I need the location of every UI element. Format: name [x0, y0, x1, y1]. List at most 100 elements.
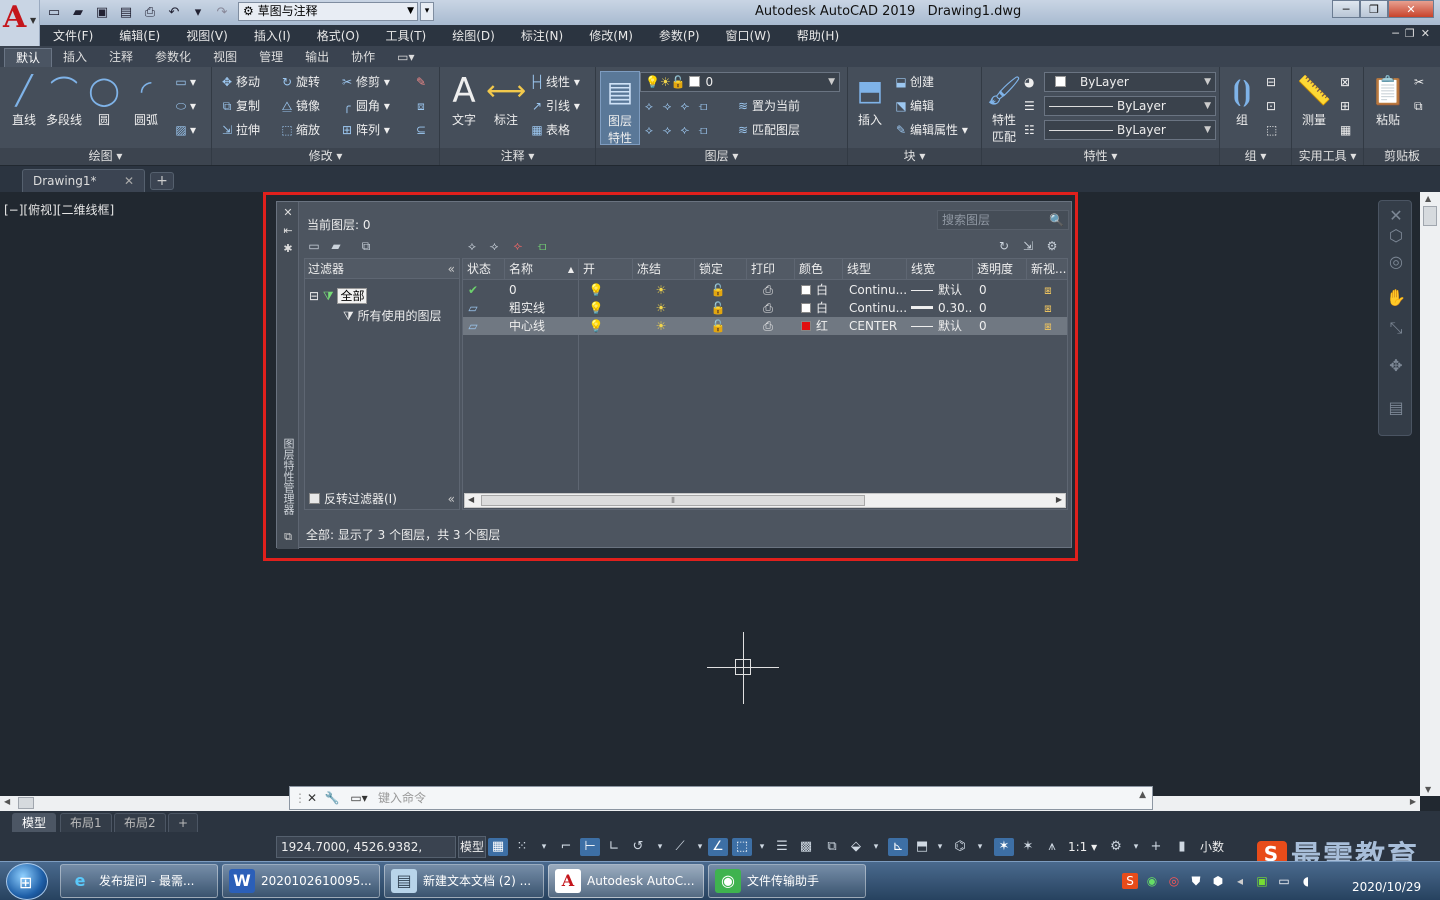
layer-name[interactable]: 粗实线 [505, 299, 579, 317]
paste-button[interactable]: 📋 粘贴 [1368, 71, 1408, 128]
input-method-icon[interactable]: S [1122, 873, 1138, 889]
col-linetype[interactable]: 线型 [843, 259, 907, 280]
menu-help[interactable]: 帮助(H) [784, 27, 852, 44]
scroll-thumb[interactable]: ⦀ [481, 495, 865, 506]
annotation-monitor-icon[interactable]: + [1146, 838, 1166, 856]
menu-view[interactable]: 视图(V) [173, 27, 241, 44]
tab-output[interactable]: 输出 [294, 48, 340, 67]
new-property-filter-icon[interactable]: ▭ [305, 238, 323, 254]
invert-filter-checkbox[interactable]: 反转过滤器(I) « [305, 489, 459, 509]
maximize-button[interactable]: ❐ [1360, 0, 1388, 18]
gpu-icon[interactable]: ▣ [1254, 873, 1270, 889]
object-snap-icon[interactable]: ⬚ [732, 838, 752, 856]
new-file-icon[interactable]: ▭ [44, 3, 64, 21]
new-tab-button[interactable]: + [150, 172, 174, 190]
new-vp-freeze-icon[interactable]: ⧆ [1037, 299, 1059, 317]
menu-file[interactable]: 文件(F) [40, 27, 106, 44]
polyline-button[interactable]: ⌒ 多段线 [44, 71, 84, 128]
polar-icon[interactable]: ↺ [628, 838, 648, 856]
linear-dim-button[interactable]: ├┤ 线性 ▾ [528, 71, 580, 93]
calculator-icon[interactable]: ▦ [1340, 119, 1351, 141]
menu-modify[interactable]: 修改(M) [576, 27, 646, 44]
model-space-button[interactable]: 模型 [458, 836, 486, 858]
customize-wrench-icon[interactable]: 🔧 [324, 790, 340, 806]
new-group-filter-icon[interactable]: ▰ [327, 238, 345, 254]
qat-customize-button[interactable]: ▾ [420, 2, 434, 21]
layer-linetype[interactable]: Continu... [845, 299, 907, 317]
tab-layout1[interactable]: 布局1 [60, 813, 112, 832]
group-edit-icon[interactable]: ⊡ [1266, 95, 1276, 117]
layer-properties-button[interactable]: ▤ 图层 特性 [600, 71, 640, 145]
layer-lineweight[interactable]: 默认 [907, 317, 973, 335]
3d-osnap-icon[interactable]: ⬙ [846, 838, 866, 856]
save-icon[interactable]: ▣ [92, 3, 112, 21]
application-menu-button[interactable]: A ▼ [0, 0, 40, 46]
auto-hide-icon[interactable]: ⇤ [281, 224, 295, 238]
network-drive-icon[interactable]: ⬢ [1210, 873, 1226, 889]
dimension-button[interactable]: ⟷ 标注 [486, 71, 526, 128]
annotation-scale-icon[interactable]: ⩚ [1042, 838, 1062, 856]
delete-layer-icon[interactable]: ⟣ [509, 238, 527, 254]
chevron-down-icon[interactable]: ▾ [1126, 838, 1146, 856]
unlock-icon[interactable]: 🔓 [701, 299, 735, 317]
offset-button[interactable]: ⊆ [412, 119, 430, 141]
tab-manage[interactable]: 管理 [248, 48, 294, 67]
chevron-down-icon[interactable]: ▾ [970, 838, 990, 856]
panel-layers-title[interactable]: 图层 ▾ [596, 148, 847, 165]
viewcube-icon[interactable]: ⬡ [1385, 225, 1407, 247]
chevron-down-icon[interactable]: ▾ [930, 838, 950, 856]
network-icon[interactable]: ▭ [1276, 873, 1292, 889]
pan-hand-icon[interactable]: ✋ [1385, 287, 1407, 309]
refresh-icon[interactable]: ↻ [995, 238, 1013, 254]
col-status[interactable]: 状态 [463, 259, 505, 280]
workspace-select[interactable]: ⚙ 草图与注释 ▼ [238, 2, 418, 21]
taskbar-item-ie[interactable]: e 发布提问 - 最需... [60, 864, 218, 898]
collapse-icon[interactable]: « [448, 259, 455, 279]
dropdown-icon[interactable]: ▾ [188, 3, 208, 21]
stretch-button[interactable]: ⇲ 拉伸 [218, 119, 260, 141]
set-current-button[interactable]: ≋ 置为当前 [734, 95, 800, 117]
line-button[interactable]: ╱ 直线 [4, 71, 44, 128]
layer-combo[interactable]: 💡☀🔓 0 ▼ [640, 72, 840, 92]
layer-transparency[interactable]: 0 [975, 281, 1025, 299]
chevron-down-icon[interactable]: ▾ [650, 838, 670, 856]
infer-constraints-icon[interactable]: ⌐ [556, 838, 576, 856]
ribbon-options-icon[interactable]: ▭▾ [386, 48, 425, 67]
printer-icon[interactable]: ⎙ [751, 317, 785, 335]
collapse-icon[interactable]: « [448, 489, 455, 509]
rectangle-button[interactable]: ▭ ▾ [172, 71, 196, 93]
panel-groups-title[interactable]: 组 ▾ [1220, 148, 1291, 165]
chevron-down-icon[interactable]: ▾ [534, 838, 554, 856]
chevron-up-icon[interactable]: ▲ [1139, 790, 1146, 800]
chevron-icon[interactable]: ◂ [1232, 873, 1248, 889]
table-row[interactable]: ▱ 粗实线 💡 ☀ 🔓 ⎙ 白 Continu... 0.30... 0 ⧆ [463, 299, 1067, 317]
layer-linetype[interactable]: Continu... [845, 281, 907, 299]
layer-color[interactable]: 白 [797, 281, 843, 299]
create-block-button[interactable]: ⬓ 创建 [892, 71, 934, 93]
edit-block-button[interactable]: ⬔ 编辑 [892, 95, 934, 117]
mirror-button[interactable]: ⧋ 镜像 [278, 95, 320, 117]
arc-button[interactable]: ◜ 圆弧 [126, 71, 166, 128]
sun-icon[interactable]: ☀ [643, 299, 679, 317]
document-window-controls[interactable]: ─❐✕ [1392, 27, 1436, 40]
scale-button[interactable]: ⬚ 缩放 [278, 119, 320, 141]
fillet-button[interactable]: ╭ 圆角 ▾ [338, 95, 389, 117]
recent-commands-icon[interactable]: ▭▾ [348, 790, 370, 806]
group-select-icon[interactable]: ⬚ [1266, 119, 1277, 141]
snap-icon[interactable]: ⁙ [512, 838, 532, 856]
new-vp-freeze-icon[interactable]: ⧆ [1037, 281, 1059, 299]
tab-view[interactable]: 视图 [202, 48, 248, 67]
menu-parametric[interactable]: 参数(P) [646, 27, 713, 44]
selection-filter-icon[interactable]: ⬒ [912, 838, 932, 856]
hatch-button[interactable]: ▨ ▾ [172, 119, 196, 141]
panel-utilities-title[interactable]: 实用工具 ▾ [1292, 148, 1363, 165]
close-icon[interactable]: ✕ [1385, 205, 1407, 227]
scroll-thumb[interactable] [1423, 206, 1437, 226]
redo-icon[interactable]: ↷ [212, 3, 232, 21]
palette-title-strip[interactable]: ✕ ⇤ ✱ 图层特性管理器 ⧉ [277, 202, 299, 549]
layer-search-input[interactable]: 搜索图层 🔍 [937, 210, 1069, 230]
units-label[interactable]: 小数 [1200, 838, 1224, 856]
add-layout-button[interactable]: + [168, 813, 199, 832]
explode-button[interactable]: ⧈ [412, 95, 430, 117]
lightbulb-icon[interactable]: 💡 [579, 317, 613, 335]
